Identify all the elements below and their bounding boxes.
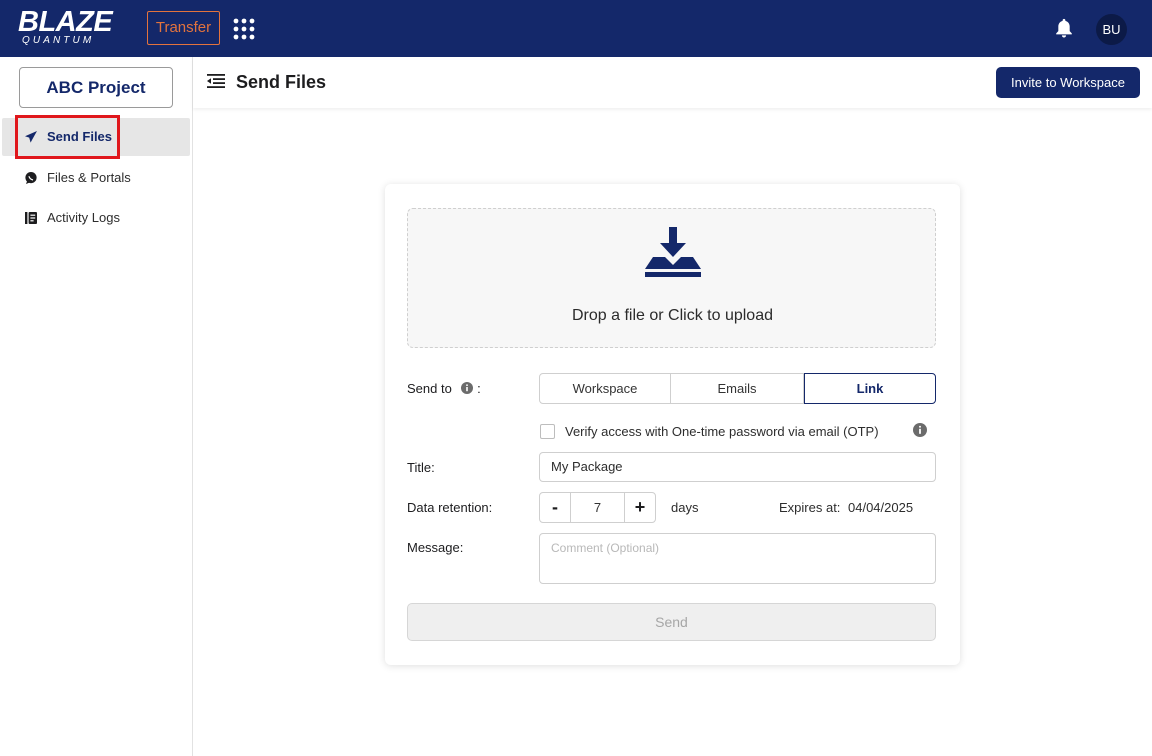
data-retention-label: Data retention: (407, 500, 493, 515)
dropzone-text: Drop a file or Click to upload (572, 307, 773, 324)
send-to-option-workspace[interactable]: Workspace (539, 373, 671, 404)
send-to-label: Send to : (407, 381, 481, 397)
title-label: Title: (407, 460, 435, 475)
page-title: Send Files (236, 72, 327, 92)
send-to-segmented-control: Workspace Emails Link (539, 373, 936, 404)
invite-to-workspace-button[interactable]: Invite to Workspace (996, 67, 1140, 98)
send-button[interactable]: Send (407, 603, 936, 641)
retention-unit: days (671, 500, 699, 515)
increment-button[interactable]: + (624, 493, 655, 522)
logo-main-text: BLAZE (18, 6, 113, 38)
send-to-option-emails[interactable]: Emails (671, 373, 804, 404)
otp-row: Verify access with One-time password via… (540, 423, 936, 441)
retention-stepper: - 7 + (539, 492, 656, 523)
project-selector-button[interactable]: ABC Project (19, 67, 173, 108)
expires-label: Expires at: (779, 500, 841, 515)
send-to-label-suffix: : (477, 381, 481, 396)
retention-value[interactable]: 7 (571, 493, 624, 522)
send-files-card: Drop a file or Click to upload Send to :… (385, 184, 960, 665)
file-dropzone[interactable]: Drop a file or Click to upload (407, 208, 936, 348)
page-header: Send Files Invite to Workspace (193, 57, 1152, 108)
sidebar: ABC Project Send Files Files & Portals A… (0, 57, 193, 756)
otp-label: Verify access with One-time password via… (565, 424, 879, 439)
title-input[interactable]: My Package (539, 452, 936, 482)
collapse-menu-icon[interactable] (207, 73, 225, 89)
chat-bubble-icon (25, 172, 37, 184)
info-icon[interactable] (461, 382, 474, 394)
bell-icon[interactable] (1053, 17, 1075, 39)
highlight-box (15, 115, 120, 159)
logo-sub-text: QUANTUM (22, 35, 95, 46)
log-icon (25, 212, 37, 224)
expires-value: 04/04/2025 (848, 500, 914, 515)
download-tray-icon (645, 227, 701, 277)
sidebar-item-activity-logs[interactable]: Activity Logs (0, 199, 192, 237)
message-textarea[interactable]: Comment (Optional) (539, 533, 936, 584)
user-avatar[interactable]: BU (1096, 14, 1127, 45)
decrement-button[interactable]: - (540, 493, 571, 522)
top-navbar: BLAZE QUANTUM Transfer BU (0, 0, 1152, 57)
send-to-label-text: Send to (407, 381, 452, 396)
otp-checkbox[interactable] (540, 424, 555, 439)
message-label: Message: (407, 540, 464, 555)
send-to-option-link[interactable]: Link (804, 373, 936, 404)
blaze-quantum-logo[interactable]: BLAZE QUANTUM (18, 7, 130, 47)
sidebar-item-label: Activity Logs (47, 210, 120, 225)
sidebar-item-label: Files & Portals (47, 170, 131, 185)
transfer-button[interactable]: Transfer (147, 11, 220, 45)
sidebar-item-files-portals[interactable]: Files & Portals (0, 159, 192, 197)
info-icon[interactable] (913, 423, 927, 437)
grid-icon[interactable] (232, 17, 256, 41)
